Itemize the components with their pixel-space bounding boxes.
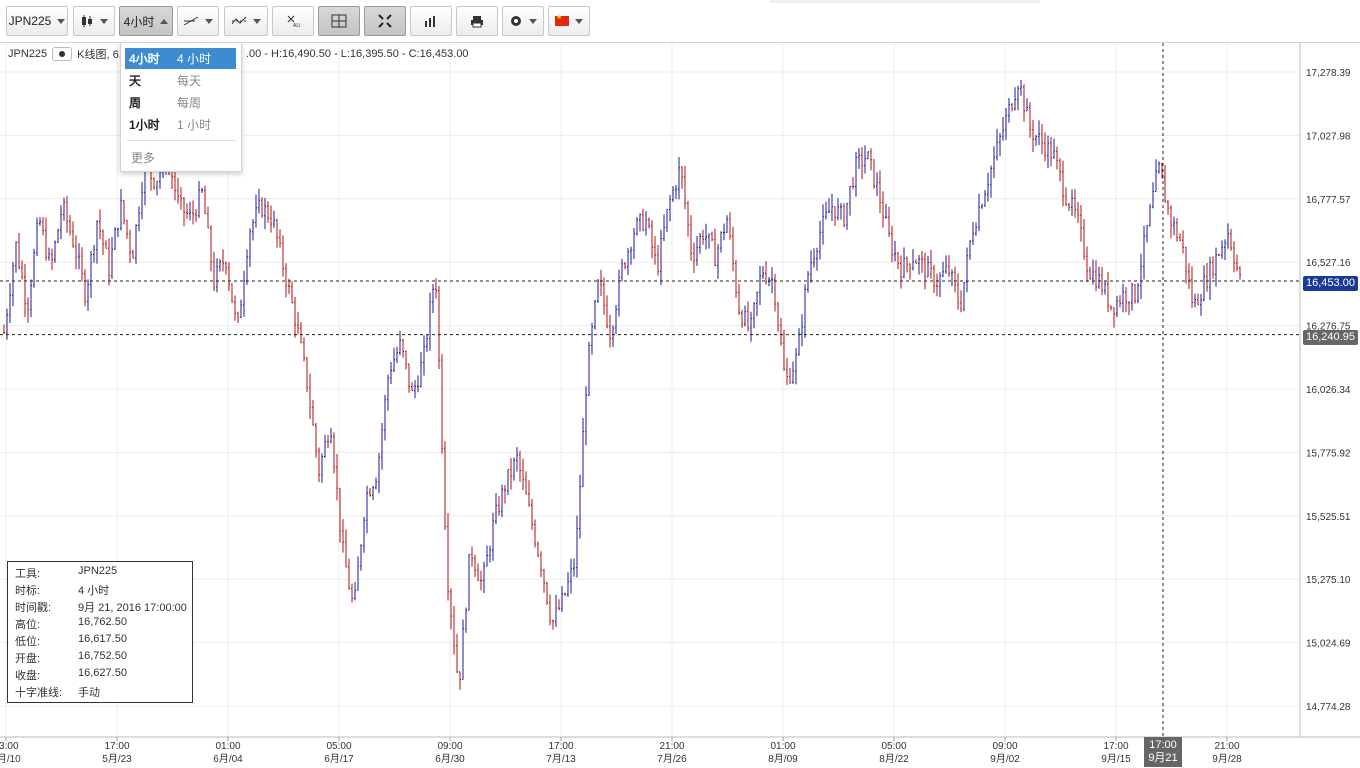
option-label: 4 小时: [177, 52, 212, 66]
info-ohlc: .00 - H:16,490.50 - L:16,395.50 - C:16,4…: [245, 48, 469, 60]
menu-divider: [127, 140, 235, 141]
y-tick-label: 16,026.34: [1306, 385, 1351, 396]
info-label: 低位:: [15, 636, 41, 648]
x-tick-time: 01:00: [215, 741, 240, 752]
y-tick-label: 17,027.98: [1306, 131, 1351, 142]
x-tick-time: 05:00: [881, 741, 906, 752]
x-tick-date: 9月/28: [1212, 753, 1242, 765]
x-tick-time: 21:00: [659, 741, 684, 752]
x-tick-date: 6月/17: [324, 753, 354, 765]
info-value: 9月 21, 2016 17:00:00: [78, 602, 187, 614]
x-tick-time: 09:00: [992, 741, 1017, 752]
y-tick-label: 15,024.69: [1306, 639, 1351, 650]
x-tick-date: 6月/04: [213, 753, 243, 765]
info-row: 低位: 16,617.50: [15, 633, 127, 649]
option-label: 1 小时: [177, 118, 212, 132]
info-row: 开盘: 16,752.50: [15, 650, 127, 666]
x-tick-time: 05:00: [326, 741, 351, 752]
info-label: 开盘:: [15, 653, 41, 665]
x-tick-date: 8月/09: [768, 753, 798, 765]
crosshair-info-box: 工具: JPN225 时标: 4 小时 时间戳: 9月 21, 2016 17:00:…: [7, 561, 193, 703]
option-label: 每天: [177, 74, 202, 88]
info-value: JPN225: [78, 565, 118, 577]
x-tick-time: 17:00: [1103, 741, 1128, 752]
x-tick-date: 9月/02: [990, 753, 1020, 765]
x-tick-time: 01:00: [770, 741, 795, 752]
info-symbol: JPN225: [8, 48, 48, 60]
y-tick-label: 14,774.28: [1306, 702, 1351, 713]
timeframe-more-link[interactable]: 更多: [131, 149, 155, 166]
info-row: 收盘: 16,627.50: [15, 667, 127, 683]
info-row: 时间戳: 9月 21, 2016 17:00:00: [15, 599, 187, 615]
option-key: 天: [129, 74, 142, 88]
option-key: 周: [129, 96, 142, 110]
y-tick-label: 16,527.16: [1306, 258, 1351, 269]
timeframe-option-1h[interactable]: 1小时 1 小时: [125, 114, 236, 135]
option-label: 每周: [177, 96, 202, 110]
info-value: 16,627.50: [78, 667, 127, 679]
x-tick-date: 9月/15: [1101, 753, 1131, 765]
info-value: 16,617.50: [78, 633, 127, 645]
crosshair-time: 17:00: [1149, 739, 1177, 751]
info-row: 高位: 16,762.50: [15, 616, 127, 632]
timeframe-option-week[interactable]: 周 每周: [125, 92, 236, 113]
x-tick-date: 5月/23: [102, 753, 132, 765]
info-row: 工具: JPN225: [15, 565, 117, 581]
info-value: 16,752.50: [78, 650, 127, 662]
y-tick-label: 17,278.39: [1306, 68, 1351, 79]
info-label: 时标:: [15, 585, 41, 597]
last-price-label: 16,453.00: [1303, 276, 1358, 291]
option-key: 4小时: [129, 52, 160, 66]
info-row: 十字准线: 手动: [15, 684, 100, 700]
info-value: 手动: [78, 687, 100, 699]
timeframe-option-4h[interactable]: 4小时 4 小时: [125, 48, 236, 69]
x-tick-time: 09:00: [437, 741, 462, 752]
crosshair-time-label: 17:00 9月21: [1144, 737, 1182, 767]
x-tick-date: 5月/10: [0, 753, 21, 765]
info-label: 工具:: [15, 568, 41, 580]
x-tick-date: 7月/13: [546, 753, 576, 765]
x-tick-time: 21:00: [1214, 741, 1239, 752]
info-label: 高位:: [15, 619, 41, 631]
eye-icon[interactable]: [52, 47, 73, 61]
y-tick-label: 15,525.51: [1306, 512, 1351, 523]
x-tick-time: 17:00: [104, 741, 129, 752]
x-tick-date: 7月/26: [657, 753, 687, 765]
y-tick-label: 15,275.10: [1306, 575, 1351, 586]
x-tick-date: 8月/22: [879, 753, 909, 765]
x-tick-time: 17:00: [548, 741, 573, 752]
info-label: 时间戳:: [15, 602, 52, 614]
info-value: 16,762.50: [78, 616, 127, 628]
y-tick-label: 15,775.92: [1306, 448, 1351, 459]
x-tick-date: 6月/30: [435, 753, 465, 765]
option-key: 1小时: [129, 118, 160, 132]
info-value: 4 小时: [78, 585, 110, 597]
y-tick-label: 16,777.57: [1306, 195, 1351, 206]
info-label: 收盘:: [15, 670, 41, 682]
info-row: 时标: 4 小时: [15, 582, 109, 598]
crosshair-price-label: 16,240.95: [1303, 330, 1358, 345]
x-tick-time: 13:00: [0, 741, 19, 752]
crosshair-date: 9月21: [1148, 752, 1178, 764]
timeframe-option-day[interactable]: 天 每天: [125, 70, 236, 91]
info-label: 十字准线:: [15, 687, 63, 699]
timeframe-menu: 4小时 4 小时 天 每天 周 每周 1小时 1 小时 更多: [120, 42, 242, 172]
